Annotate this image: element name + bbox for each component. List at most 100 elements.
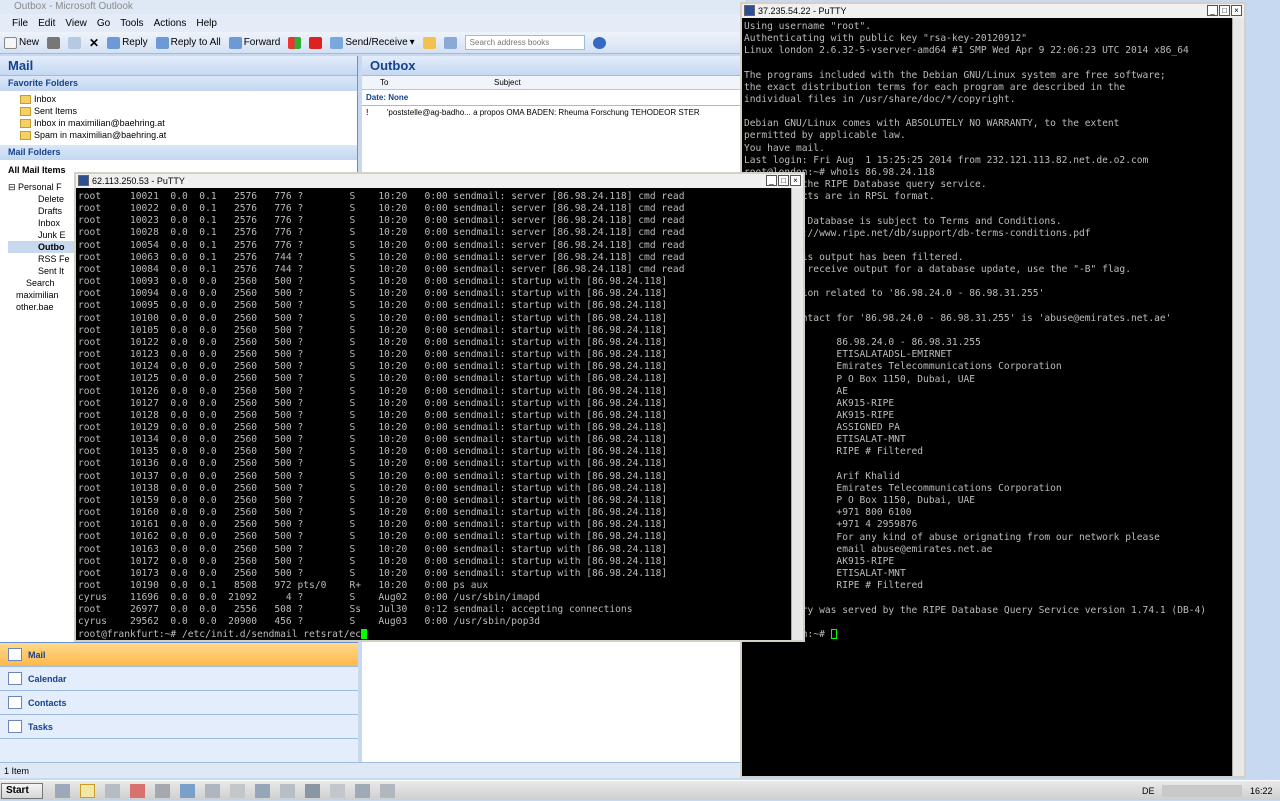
terminal-line: country: AE: [744, 385, 848, 397]
find-icon[interactable]: [422, 36, 436, 49]
terminal-line: root 10122 0.0 0.0 2560 500 ? S 10:20 0:…: [78, 336, 668, 348]
address-book-icon[interactable]: [443, 36, 457, 49]
taskbar-app-icon[interactable]: [105, 784, 120, 798]
terminal-line: Authenticating with public key "rsa-key-…: [744, 33, 1028, 45]
outlook-taskbar-icon[interactable]: [80, 784, 95, 798]
favorite-inbox[interactable]: Inbox: [0, 93, 357, 105]
terminal-line: root 10094 0.0 0.0 2560 500 ? S 10:20 0:…: [78, 288, 668, 300]
terminal-line: root 10137 0.0 0.0 2560 500 ? S 10:20 0:…: [78, 470, 668, 482]
terminal-line: root 10054 0.0 0.1 2576 776 ? S 10:20 0:…: [78, 239, 685, 251]
reply-button[interactable]: Reply: [107, 36, 148, 49]
col-to[interactable]: To: [362, 76, 432, 89]
terminal-line: remarks: email abuse@emirates.net.ae: [744, 543, 993, 555]
help-icon[interactable]: [592, 36, 606, 49]
maximize-button[interactable]: □: [778, 175, 789, 186]
terminal-line: root 10021 0.0 0.1 2576 776 ? S 10:20 0:…: [78, 191, 685, 202]
favorite-sent-items[interactable]: Sent Items: [0, 105, 357, 117]
terminal-line: source: RIPE # Filtered: [744, 580, 924, 592]
menu-actions[interactable]: Actions: [154, 18, 187, 29]
menu-help[interactable]: Help: [196, 18, 217, 29]
terminal-line: inetnum: 86.98.24.0 - 86.98.31.255: [744, 337, 981, 349]
menu-tools[interactable]: Tools: [120, 18, 143, 29]
window-title: Outbox - Microsoft Outlook: [14, 1, 133, 12]
terminal-line: address: Emirates Telecommunications Cor…: [744, 482, 1062, 494]
scrollbar[interactable]: [1232, 18, 1244, 776]
send-receive-button[interactable]: Send/Receive ▾: [330, 36, 415, 49]
col-subject[interactable]: Subject: [432, 76, 521, 89]
categorize-icon[interactable]: [288, 36, 302, 49]
mail-folders-header[interactable]: Mail Folders: [0, 145, 357, 160]
menu-edit[interactable]: Edit: [38, 18, 55, 29]
nav-calendar-button[interactable]: Calendar: [0, 667, 358, 691]
minimize-button[interactable]: _: [1207, 5, 1218, 16]
nav-mail-button[interactable]: Mail: [0, 643, 358, 667]
terminal-line: descr: Emirates Telecommunications Corpo…: [744, 361, 1062, 373]
taskbar-app-icon[interactable]: [130, 784, 145, 798]
taskbar-app-icon[interactable]: [55, 784, 70, 798]
taskbar-app-icon[interactable]: [230, 784, 245, 798]
new-button[interactable]: New: [4, 36, 39, 49]
putty-frankfurt-title-bar[interactable]: 62.113.250.53 - PuTTY _ □ ×: [76, 174, 803, 188]
move-icon[interactable]: [68, 36, 82, 49]
terminal-london[interactable]: Using username "root". Authenticating wit…: [742, 18, 1244, 774]
terminal-line: cyrus 11696 0.0 0.0 21092 4 ? S Aug02 0:…: [78, 592, 541, 604]
group-header[interactable]: Date: None: [362, 90, 745, 106]
taskbar-app-icon[interactable]: [180, 784, 195, 798]
taskbar-app-icon[interactable]: [355, 784, 370, 798]
forward-button[interactable]: Forward: [228, 36, 280, 49]
terminal-line: admin-c: AK915-RIPE: [744, 397, 895, 409]
menu-view[interactable]: View: [65, 18, 87, 29]
nav-tasks-button[interactable]: Tasks: [0, 715, 358, 739]
maximize-button[interactable]: □: [1219, 5, 1230, 16]
message-row[interactable]: ! 'poststelle@ag-badho... a propos OMA B…: [362, 106, 745, 120]
terminal-line: nic-hdl: AK915-RIPE: [744, 555, 895, 567]
scrollbar[interactable]: [791, 188, 803, 640]
terminal-prompt[interactable]: root@frankfurt:~# /etc/init.d/sendmail r…: [78, 628, 789, 640]
terminal-line: remarks: For any kind of abuse orignatin…: [744, 531, 1160, 543]
close-button[interactable]: ×: [1231, 5, 1242, 16]
favorite-inbox-maximilian[interactable]: Inbox in maximilian@baehring.at: [0, 117, 357, 129]
taskbar-app-icon[interactable]: [255, 784, 270, 798]
print-icon[interactable]: [47, 36, 61, 49]
nav-contacts-button[interactable]: Contacts: [0, 691, 358, 715]
putty-london-window[interactable]: 37.235.54.22 - PuTTY _ □ × Using usernam…: [740, 2, 1246, 778]
minimize-button[interactable]: _: [766, 175, 777, 186]
terminal-line: % This query was served by the RIPE Data…: [744, 604, 1207, 616]
taskbar-app-icon[interactable]: [205, 784, 220, 798]
terminal-cursor: [361, 628, 368, 639]
close-button[interactable]: ×: [790, 175, 801, 186]
favorite-spam-maximilian[interactable]: Spam in maximilian@baehring.at: [0, 129, 357, 141]
taskbar-app-icon[interactable]: [380, 784, 395, 798]
reply-all-button[interactable]: Reply to All: [155, 36, 221, 49]
start-button[interactable]: Start: [1, 783, 43, 799]
menu-go[interactable]: Go: [97, 18, 110, 29]
send-receive-icon: [330, 36, 344, 49]
taskbar-app-icon[interactable]: [305, 784, 320, 798]
favorite-folders-header[interactable]: Favorite Folders: [0, 76, 357, 91]
terminal-frankfurt[interactable]: root 10021 0.0 0.1 2576 776 ? S 10:20 0:…: [76, 188, 791, 640]
system-tray: DE 16:22: [1130, 781, 1280, 801]
reply-all-icon: [155, 36, 169, 49]
language-indicator[interactable]: DE: [1142, 781, 1155, 801]
search-address-books-input[interactable]: Search address books: [464, 35, 585, 50]
menu-file[interactable]: File: [12, 18, 28, 29]
terminal-line: tech-c: AK915-RIPE: [744, 410, 895, 421]
terminal-line: root 10063 0.0 0.1 2576 744 ? S 10:20 0:…: [78, 251, 685, 263]
terminal-line: root 10162 0.0 0.0 2560 500 ? S 10:20 0:…: [78, 531, 668, 543]
putty-frankfurt-window[interactable]: 62.113.250.53 - PuTTY _ □ × root 10021 0…: [74, 172, 805, 642]
terminal-line: root 10124 0.0 0.0 2560 500 ? S 10:20 0:…: [78, 361, 668, 373]
putty-london-title-bar[interactable]: 37.235.54.22 - PuTTY _ □ ×: [742, 4, 1244, 18]
flag-icon[interactable]: [309, 36, 323, 49]
taskbar-app-icon[interactable]: [155, 784, 170, 798]
list-column-headers: To Subject: [362, 76, 745, 90]
taskbar-app-icon[interactable]: [330, 784, 345, 798]
tray-icons[interactable]: [1162, 785, 1242, 797]
terminal-line: root 10028 0.0 0.1 2576 776 ? S 10:20 0:…: [78, 227, 685, 239]
folder-icon: [20, 131, 31, 141]
status-bar: 1 Item: [0, 762, 745, 778]
taskbar-app-icon[interactable]: [280, 784, 295, 798]
delete-icon[interactable]: ✕: [89, 36, 99, 50]
